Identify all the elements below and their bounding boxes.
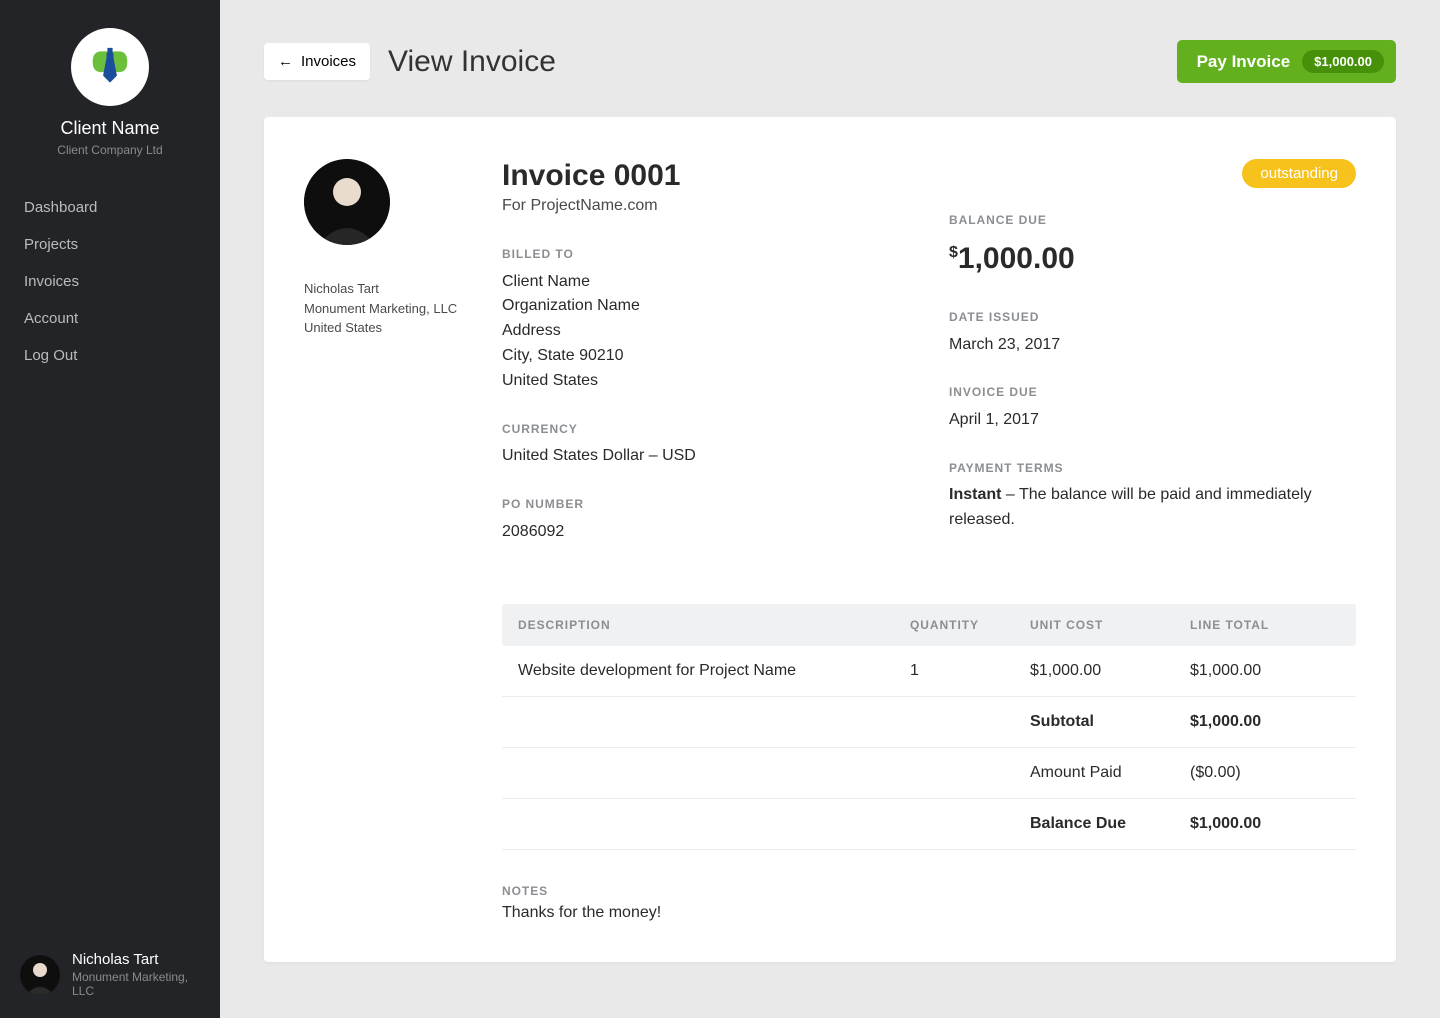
sender-name: Nicholas Tart	[304, 279, 464, 299]
pay-button-amount: $1,000.00	[1302, 50, 1384, 73]
balance-value: 1,000.00	[958, 242, 1075, 275]
billed-to-city: City, State 90210	[502, 344, 909, 369]
table-row: Website development for Project Name 1 $…	[502, 646, 1356, 697]
th-line-total: LINE TOTAL	[1190, 618, 1340, 632]
th-quantity: QUANTITY	[910, 618, 1030, 632]
notes-text: Thanks for the money!	[502, 904, 1356, 922]
client-name: Client Name	[20, 118, 200, 139]
notes-section: NOTES Thanks for the money!	[502, 884, 1356, 922]
currency-value: United States Dollar – USD	[502, 444, 909, 469]
invoice-line-items: DESCRIPTION QUANTITY UNIT COST LINE TOTA…	[502, 604, 1356, 850]
sidebar-item-logout[interactable]: Log Out	[0, 337, 220, 374]
sidebar-item-invoices[interactable]: Invoices	[0, 263, 220, 300]
pay-button-label: Pay Invoice	[1197, 52, 1291, 72]
arrow-left-icon: ←	[278, 53, 293, 70]
balance-label: BALANCE DUE	[949, 211, 1356, 230]
invoice-due-label: INVOICE DUE	[949, 383, 1356, 402]
currency-label: CURRENCY	[502, 420, 909, 439]
brand-logo-icon	[84, 41, 136, 93]
footer-avatar	[20, 955, 60, 995]
summary-label: Amount Paid	[1030, 764, 1190, 782]
table-header: DESCRIPTION QUANTITY UNIT COST LINE TOTA…	[502, 604, 1356, 646]
invoice-title: Invoice 0001	[502, 159, 909, 193]
sidebar-footer[interactable]: Nicholas Tart Monument Marketing, LLC	[20, 951, 210, 998]
payment-terms-value: Instant – The balance will be paid and i…	[949, 483, 1356, 533]
summary-balance-due: Balance Due $1,000.00	[502, 799, 1356, 850]
sender-company: Monument Marketing, LLC	[304, 299, 464, 319]
back-button[interactable]: ← Invoices	[264, 43, 370, 80]
pay-invoice-button[interactable]: Pay Invoice $1,000.00	[1177, 40, 1396, 83]
balance-amount: $1,000.00	[949, 236, 1356, 283]
topbar: ← Invoices View Invoice Pay Invoice $1,0…	[264, 40, 1396, 83]
footer-user-company: Monument Marketing, LLC	[72, 970, 210, 998]
sidebar: Client Name Client Company Ltd Dashboard…	[0, 0, 220, 1018]
billed-to-org: Organization Name	[502, 294, 909, 319]
billed-to-name: Client Name	[502, 270, 909, 295]
td-description: Website development for Project Name	[518, 662, 910, 680]
status-badge: outstanding	[1242, 159, 1356, 188]
billed-to-country: United States	[502, 369, 909, 394]
sender-country: United States	[304, 318, 464, 338]
back-button-label: Invoices	[301, 53, 356, 70]
summary-value: ($0.00)	[1190, 764, 1340, 782]
sidebar-item-account[interactable]: Account	[0, 300, 220, 337]
td-line-total: $1,000.00	[1190, 662, 1340, 680]
notes-label: NOTES	[502, 884, 1356, 898]
summary-amount-paid: Amount Paid ($0.00)	[502, 748, 1356, 799]
td-unit-cost: $1,000.00	[1030, 662, 1190, 680]
invoice-due-value: April 1, 2017	[949, 408, 1356, 433]
summary-value: $1,000.00	[1190, 815, 1340, 833]
sidebar-item-dashboard[interactable]: Dashboard	[0, 189, 220, 226]
th-description: DESCRIPTION	[518, 618, 910, 632]
th-unit-cost: UNIT COST	[1030, 618, 1190, 632]
balance-currency-symbol: $	[949, 244, 958, 261]
page-title: View Invoice	[388, 45, 556, 79]
po-label: PO NUMBER	[502, 495, 909, 514]
invoice-subtitle: For ProjectName.com	[502, 197, 909, 215]
payment-terms-name: Instant	[949, 486, 1001, 503]
main: ← Invoices View Invoice Pay Invoice $1,0…	[220, 0, 1440, 1018]
td-quantity: 1	[910, 662, 1030, 680]
date-issued-value: March 23, 2017	[949, 333, 1356, 358]
billed-to-label: BILLED TO	[502, 245, 909, 264]
billed-to-address: Address	[502, 319, 909, 344]
invoice-card: Nicholas Tart Monument Marketing, LLC Un…	[264, 117, 1396, 962]
sidebar-item-projects[interactable]: Projects	[0, 226, 220, 263]
summary-label: Balance Due	[1030, 815, 1190, 833]
payment-terms-desc: – The balance will be paid and immediate…	[949, 486, 1312, 528]
payment-terms-label: PAYMENT TERMS	[949, 459, 1356, 478]
footer-user-name: Nicholas Tart	[72, 951, 210, 968]
summary-label: Subtotal	[1030, 713, 1190, 731]
sender-avatar	[304, 159, 390, 245]
logo	[71, 28, 149, 106]
sidebar-nav: Dashboard Projects Invoices Account Log …	[0, 189, 220, 374]
client-company: Client Company Ltd	[20, 143, 200, 157]
summary-value: $1,000.00	[1190, 713, 1340, 731]
date-issued-label: DATE ISSUED	[949, 308, 1356, 327]
sender-info: Nicholas Tart Monument Marketing, LLC Un…	[304, 279, 464, 338]
po-number: 2086092	[502, 520, 909, 545]
summary-subtotal: Subtotal $1,000.00	[502, 697, 1356, 748]
